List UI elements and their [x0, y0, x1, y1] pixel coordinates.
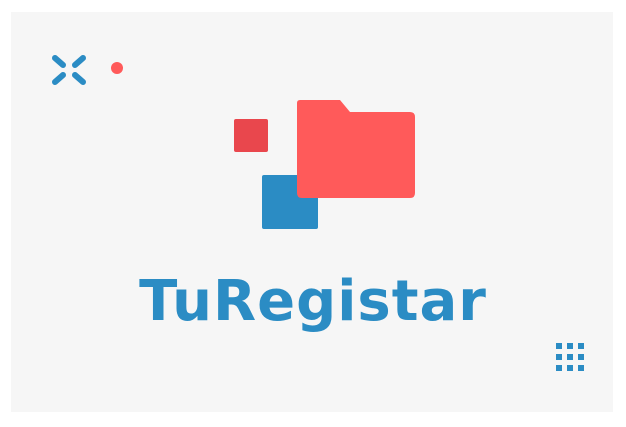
logo-artwork — [52, 55, 584, 371]
dot-grid-icon — [556, 343, 584, 371]
folder-icon — [297, 100, 415, 198]
x-cross-icon — [52, 55, 86, 85]
small-square-icon — [234, 119, 268, 152]
brand-wordmark: TuRegistar — [139, 269, 487, 334]
dot-icon — [111, 62, 123, 74]
